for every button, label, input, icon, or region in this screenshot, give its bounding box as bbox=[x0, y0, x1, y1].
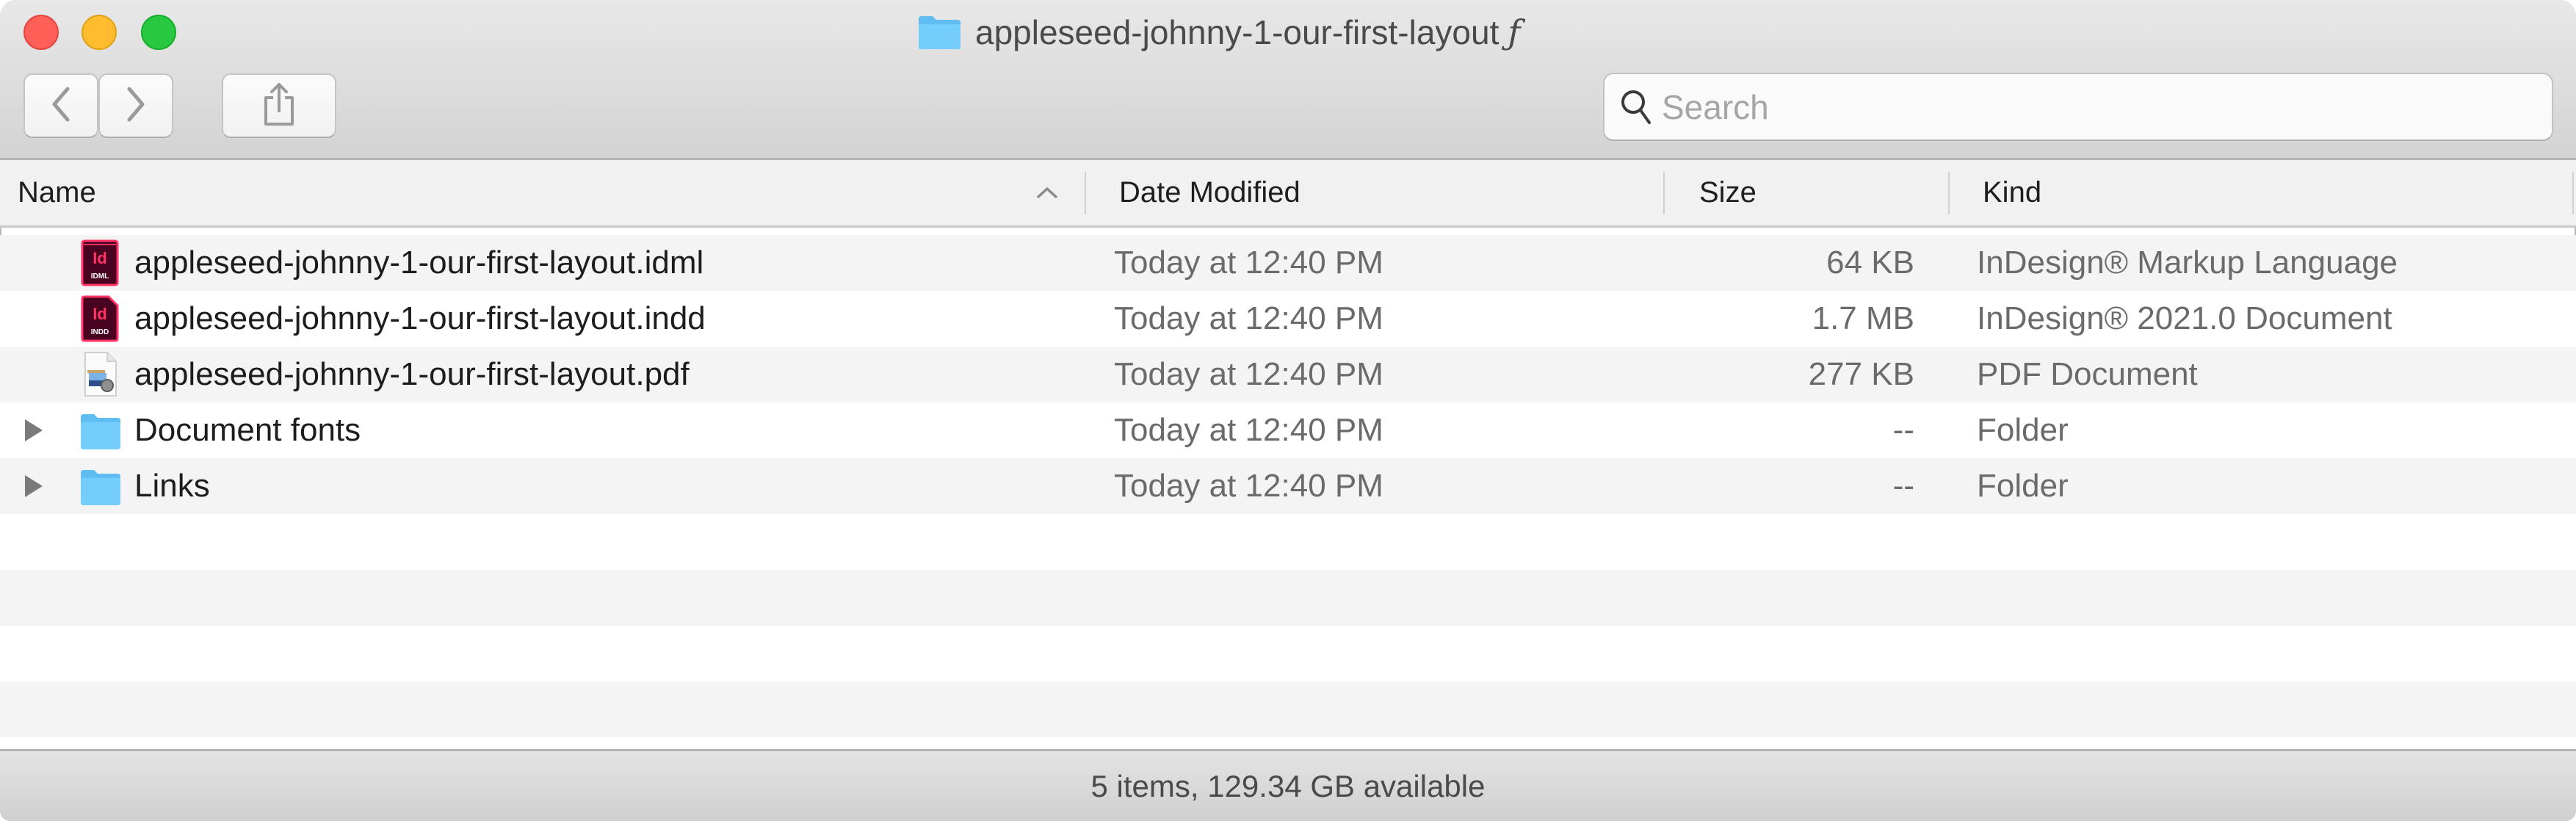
file-list: Id IDML appleseed-johnny-1-our-first-lay… bbox=[0, 228, 2576, 749]
share-icon bbox=[262, 82, 296, 131]
folder-row[interactable]: Links Today at 12:40 PM -- Folder bbox=[0, 458, 2576, 514]
file-kind: InDesign® Markup Language bbox=[1977, 245, 2398, 281]
folder-icon bbox=[78, 407, 122, 454]
file-date-modified: Today at 12:40 PM bbox=[1114, 412, 1383, 448]
empty-row bbox=[0, 737, 2576, 749]
column-header-size[interactable]: Size bbox=[1699, 160, 1756, 225]
chevron-right-icon bbox=[125, 86, 147, 126]
empty-row bbox=[0, 626, 2576, 681]
search-field[interactable] bbox=[1603, 73, 2553, 141]
empty-row bbox=[0, 570, 2576, 626]
empty-row bbox=[0, 681, 2576, 737]
file-date-modified: Today at 12:40 PM bbox=[1114, 468, 1383, 504]
column-divider[interactable] bbox=[1085, 172, 1086, 214]
window-title: appleseed-johnny-1-our-first-layout ƒ bbox=[916, 10, 1520, 54]
search-icon bbox=[1619, 87, 1656, 128]
column-header-date-modified[interactable]: Date Modified bbox=[1119, 160, 1300, 225]
indesign-indd-icon: Id INDD bbox=[78, 295, 122, 342]
file-date-modified: Today at 12:40 PM bbox=[1114, 245, 1383, 281]
finder-window: appleseed-johnny-1-our-first-layout ƒ Se… bbox=[0, 0, 2576, 821]
svg-text:Id: Id bbox=[93, 249, 107, 267]
column-header-name[interactable]: Name bbox=[18, 160, 96, 225]
disclosure-triangle-icon[interactable] bbox=[22, 473, 48, 499]
file-kind: Folder bbox=[1977, 412, 2069, 448]
forward-button[interactable] bbox=[98, 73, 173, 138]
folder-icon bbox=[78, 463, 122, 510]
column-divider[interactable] bbox=[2572, 172, 2574, 214]
file-size: -- bbox=[1892, 412, 1914, 448]
file-name[interactable]: appleseed-johnny-1-our-first-layout.indd bbox=[134, 291, 706, 347]
file-size: 64 KB bbox=[1826, 245, 1914, 281]
column-divider[interactable] bbox=[1948, 172, 1950, 214]
back-button[interactable] bbox=[23, 73, 98, 138]
zoom-window-button[interactable] bbox=[141, 15, 176, 50]
folder-icon bbox=[916, 15, 962, 50]
file-size: 1.7 MB bbox=[1812, 300, 1914, 336]
sort-ascending-icon[interactable] bbox=[1032, 178, 1062, 207]
column-header: Name Date Modified Size Kind bbox=[0, 160, 2576, 228]
empty-row bbox=[0, 514, 2576, 570]
file-row[interactable]: Id IDML appleseed-johnny-1-our-first-lay… bbox=[0, 235, 2576, 291]
file-size: -- bbox=[1892, 468, 1914, 504]
file-kind: InDesign® 2021.0 Document bbox=[1977, 300, 2392, 336]
chevron-left-icon bbox=[50, 86, 72, 126]
title-suffix-glyph: ƒ bbox=[1508, 12, 1521, 52]
search-input[interactable] bbox=[1662, 84, 2470, 129]
column-divider[interactable] bbox=[1663, 172, 1665, 214]
file-kind: Folder bbox=[1977, 468, 2069, 504]
folder-row[interactable]: Document fonts Today at 12:40 PM -- Fold… bbox=[0, 402, 2576, 458]
disclosure-triangle-icon[interactable] bbox=[22, 417, 48, 444]
toolbar: appleseed-johnny-1-our-first-layout ƒ bbox=[0, 0, 2576, 160]
file-name[interactable]: appleseed-johnny-1-our-first-layout.idml bbox=[134, 235, 703, 291]
file-date-modified: Today at 12:40 PM bbox=[1114, 356, 1383, 392]
folder-name[interactable]: Links bbox=[134, 458, 210, 514]
close-window-button[interactable] bbox=[23, 15, 59, 50]
file-name[interactable]: appleseed-johnny-1-our-first-layout.pdf bbox=[134, 347, 690, 402]
folder-name[interactable]: Document fonts bbox=[134, 402, 361, 458]
indesign-idml-icon: Id IDML bbox=[78, 239, 122, 286]
minimize-window-button[interactable] bbox=[82, 15, 117, 50]
share-button[interactable] bbox=[222, 73, 336, 138]
file-kind: PDF Document bbox=[1977, 356, 2198, 392]
window-title-text: appleseed-johnny-1-our-first-layout ƒ bbox=[975, 12, 1520, 52]
pdf-document-icon bbox=[78, 351, 122, 398]
status-bar: 5 items, 129.34 GB available bbox=[0, 749, 2576, 821]
file-row[interactable]: Id INDD appleseed-johnny-1-our-first-lay… bbox=[0, 291, 2576, 347]
column-header-kind[interactable]: Kind bbox=[1983, 160, 2041, 225]
svg-text:IDML: IDML bbox=[91, 272, 109, 281]
svg-text:Id: Id bbox=[93, 305, 107, 323]
status-text: 5 items, 129.34 GB available bbox=[1090, 768, 1486, 803]
file-size: 277 KB bbox=[1808, 356, 1914, 392]
folder-name: appleseed-johnny-1-our-first-layout bbox=[975, 13, 1499, 51]
file-date-modified: Today at 12:40 PM bbox=[1114, 300, 1383, 336]
svg-text:INDD: INDD bbox=[91, 328, 109, 336]
file-row[interactable]: appleseed-johnny-1-our-first-layout.pdf … bbox=[0, 347, 2576, 402]
